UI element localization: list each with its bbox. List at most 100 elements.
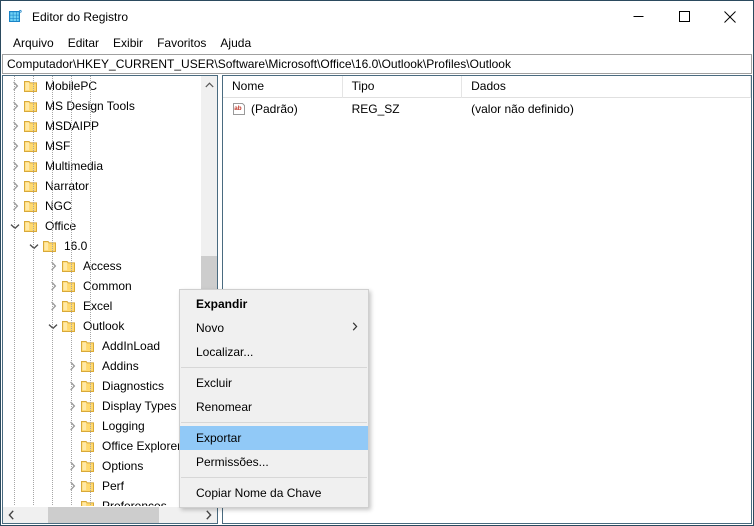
tree-node-label: NGC bbox=[45, 199, 72, 213]
tree-connector-line bbox=[14, 76, 15, 506]
chevron-down-icon[interactable] bbox=[45, 316, 61, 336]
close-button[interactable] bbox=[707, 1, 753, 32]
context-menu-item-label: Excluir bbox=[196, 376, 233, 390]
context-menu-item-label: Novo bbox=[196, 321, 225, 335]
chevron-right-icon[interactable] bbox=[7, 136, 23, 156]
tree-hscroll-thumb[interactable] bbox=[48, 507, 159, 523]
folder-icon bbox=[61, 318, 77, 334]
folder-icon bbox=[23, 98, 39, 114]
svg-text:ab: ab bbox=[234, 105, 242, 112]
folder-icon bbox=[23, 138, 39, 154]
tree-connector-line bbox=[52, 76, 53, 506]
scroll-up-icon[interactable] bbox=[201, 76, 217, 93]
scroll-right-icon[interactable] bbox=[200, 507, 217, 523]
context-menu-item-permiss-es[interactable]: Permissões... bbox=[180, 450, 368, 474]
menu-editar[interactable]: Editar bbox=[61, 33, 106, 53]
folder-icon bbox=[61, 278, 77, 294]
column-header-nome[interactable]: Nome bbox=[223, 76, 343, 98]
chevron-down-icon[interactable] bbox=[7, 216, 23, 236]
context-menu-item-excluir[interactable]: Excluir bbox=[180, 371, 368, 395]
tree-node-label: Common bbox=[83, 279, 132, 293]
context-menu-item-label: Copiar Nome da Chave bbox=[196, 486, 322, 500]
tree-node-label: Access bbox=[83, 259, 122, 273]
tree-context-menu[interactable]: Expandir Novo Localizar... Excluir Renomear E… bbox=[179, 289, 369, 508]
tree-node-label: Preferences bbox=[102, 499, 167, 506]
context-menu-item-label: Renomear bbox=[196, 400, 253, 414]
value-data-cell: (valor não definido) bbox=[471, 101, 574, 116]
tree-node-label: Options bbox=[102, 459, 144, 473]
chevron-right-icon[interactable] bbox=[45, 296, 61, 316]
context-menu-item-renomear[interactable]: Renomear bbox=[180, 395, 368, 419]
chevron-right-icon[interactable] bbox=[7, 156, 23, 176]
folder-icon bbox=[23, 118, 39, 134]
chevron-right-icon[interactable] bbox=[7, 196, 23, 216]
value-row[interactable]: ab (Padrão) REG_SZ (valor não definido) bbox=[223, 98, 751, 119]
context-menu-item-label: Expandir bbox=[196, 297, 248, 311]
chevron-down-icon[interactable] bbox=[26, 236, 42, 256]
window-title: Editor do Registro bbox=[32, 9, 129, 24]
folder-icon bbox=[80, 338, 96, 354]
context-menu-item-label: Exportar bbox=[196, 431, 242, 445]
folder-icon bbox=[23, 78, 39, 94]
folder-icon bbox=[23, 218, 39, 234]
chevron-right-icon[interactable] bbox=[7, 76, 23, 96]
tree-horizontal-scrollbar[interactable] bbox=[3, 506, 217, 523]
content-area: MobilePCMS Design ToolsMSDAIPPMSFMultime… bbox=[2, 75, 752, 524]
string-value-icon: ab bbox=[232, 102, 246, 116]
registry-tree[interactable]: MobilePCMS Design ToolsMSDAIPPMSFMultime… bbox=[3, 76, 200, 506]
context-menu-item-localizar[interactable]: Localizar... bbox=[180, 340, 368, 364]
chevron-right-icon[interactable] bbox=[7, 116, 23, 136]
tree-connector-line bbox=[33, 76, 34, 506]
tree-node-label: Addins bbox=[102, 359, 139, 373]
context-menu-separator bbox=[181, 367, 367, 368]
maximize-button[interactable] bbox=[661, 1, 707, 32]
tree-connector-line bbox=[71, 76, 72, 506]
context-menu-item-copiar-nome-da-chave[interactable]: Copiar Nome da Chave bbox=[180, 481, 368, 505]
address-bar[interactable]: Computador\HKEY_CURRENT_USER\Software\Mi… bbox=[2, 54, 752, 74]
chevron-right-icon[interactable] bbox=[45, 256, 61, 276]
tree-node-label: Excel bbox=[83, 299, 113, 313]
menu-favoritos[interactable]: Favoritos bbox=[150, 33, 213, 53]
minimize-button[interactable] bbox=[615, 1, 661, 32]
tree-node-label: MSF bbox=[45, 139, 71, 153]
chevron-right-icon[interactable] bbox=[64, 476, 80, 496]
column-header-tipo[interactable]: Tipo bbox=[343, 76, 463, 98]
folder-icon bbox=[80, 478, 96, 494]
address-path: Computador\HKEY_CURRENT_USER\Software\Mi… bbox=[7, 57, 511, 71]
chevron-right-icon[interactable] bbox=[64, 416, 80, 436]
folder-icon bbox=[80, 418, 96, 434]
tree-node-label: Perf bbox=[102, 479, 125, 493]
tree-node-label: Diagnostics bbox=[102, 379, 165, 393]
folder-icon bbox=[61, 258, 77, 274]
context-menu-item-exportar[interactable]: Exportar bbox=[180, 426, 368, 450]
folder-icon bbox=[80, 458, 96, 474]
scroll-left-icon[interactable] bbox=[3, 507, 20, 523]
tree-vscroll-thumb[interactable] bbox=[201, 256, 217, 292]
chevron-right-icon[interactable] bbox=[64, 356, 80, 376]
menu-ajuda[interactable]: Ajuda bbox=[213, 33, 258, 53]
context-menu-item-label: Permissões... bbox=[196, 455, 269, 469]
chevron-right-icon[interactable] bbox=[64, 456, 80, 476]
chevron-right-icon[interactable] bbox=[7, 96, 23, 116]
tree-node-label: Narrator bbox=[45, 179, 90, 193]
tree-node-label: Logging bbox=[102, 419, 145, 433]
tree-leaf-marker bbox=[64, 336, 80, 356]
menu-arquivo[interactable]: Arquivo bbox=[6, 33, 61, 53]
folder-icon bbox=[80, 378, 96, 394]
tree-leaf-marker bbox=[64, 436, 80, 456]
menu-exibir[interactable]: Exibir bbox=[106, 33, 150, 53]
chevron-right-icon bbox=[352, 322, 358, 334]
folder-icon bbox=[80, 358, 96, 374]
column-header-dados[interactable]: Dados bbox=[462, 76, 751, 98]
chevron-right-icon[interactable] bbox=[45, 276, 61, 296]
folder-icon bbox=[61, 298, 77, 314]
chevron-right-icon[interactable] bbox=[7, 176, 23, 196]
context-menu-item-expandir[interactable]: Expandir bbox=[180, 292, 368, 316]
tree-leaf-marker bbox=[64, 496, 80, 506]
folder-icon bbox=[80, 438, 96, 454]
chevron-right-icon[interactable] bbox=[64, 396, 80, 416]
tree-connector-line bbox=[90, 76, 91, 506]
context-menu-item-novo[interactable]: Novo bbox=[180, 316, 368, 340]
value-name-cell: ab (Padrão) bbox=[223, 101, 343, 117]
chevron-right-icon[interactable] bbox=[64, 376, 80, 396]
